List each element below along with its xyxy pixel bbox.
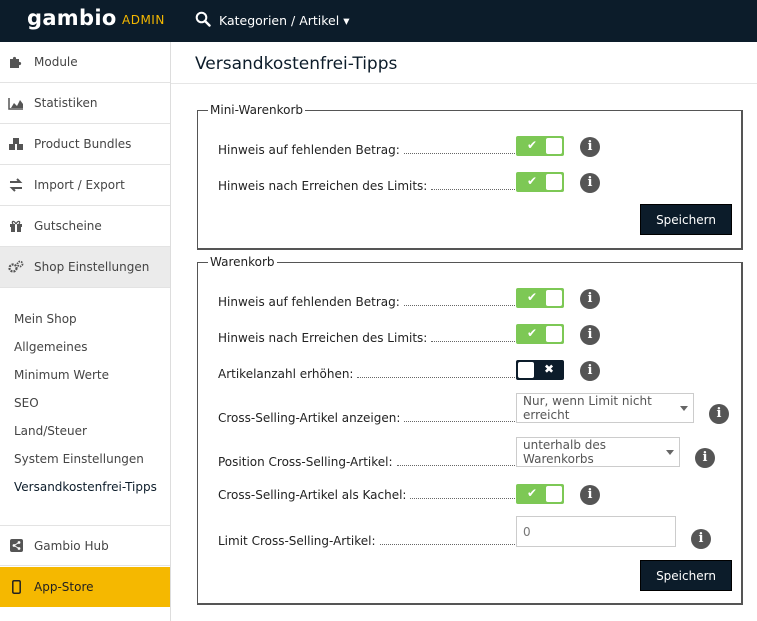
setting-label: Limit Cross-Selling-Artikel: [218,534,376,548]
setting-label: Position Cross-Selling-Artikel: [218,455,393,469]
toggle-switch[interactable]: ✔ [516,172,564,192]
chevron-down-icon [666,450,674,455]
toggle-switch[interactable]: ✖ [516,360,564,380]
select-value: Nur, wenn Limit nicht erreicht [523,394,652,422]
setting-label: Hinweis nach Erreichen des Limits: [218,179,428,193]
sidebar-item-label: Shop Einstellungen [34,260,150,274]
info-icon[interactable]: i [691,529,711,549]
sidebar-sub-versandkostenfrei-tipps[interactable]: Versandkostenfrei-Tipps [14,480,157,494]
limit-cross-selling-input[interactable]: 0 [516,516,676,547]
setting-row: Cross-Selling-Artikel anzeigen: [218,408,518,428]
sidebar-item-statistiken[interactable]: Statistiken [0,83,170,124]
cross-selling-display-select[interactable]: Nur, wenn Limit nicht erreicht [516,393,694,423]
setting-label: Artikelanzahl erhöhen: [218,367,354,381]
gears-icon [8,260,24,274]
sidebar-item-label: Product Bundles [34,137,132,151]
sidebar-item-label: Gutscheine [34,219,102,233]
page-title: Versandkostenfrei-Tipps [195,54,398,74]
gift-icon [8,219,24,233]
sidebar-item-label: Statistiken [34,96,98,110]
info-icon[interactable]: i [580,485,600,505]
info-icon[interactable]: i [709,404,729,424]
check-icon: ✔ [527,486,538,500]
chart-icon [8,96,24,110]
puzzle-icon [8,55,24,69]
toggle-switch[interactable]: ✔ [516,288,564,308]
sidebar-item-import-export[interactable]: Import / Export [0,165,170,206]
sidebar-sub-seo[interactable]: SEO [14,396,39,410]
exchange-icon [8,178,24,192]
chevron-down-icon [680,406,688,411]
setting-row: Hinweis nach Erreichen des Limits: [218,176,518,196]
check-icon: ✔ [527,174,538,188]
setting-row: Hinweis auf fehlenden Betrag: [218,140,518,160]
sidebar-item-label: Module [34,55,78,69]
sidebar-item-label: Gambio Hub [34,538,109,553]
toggle-switch[interactable]: ✔ [516,136,564,156]
setting-row: Limit Cross-Selling-Artikel: [218,531,518,551]
setting-label: Hinweis auf fehlenden Betrag: [218,143,400,157]
mobile-icon [8,580,24,594]
sidebar-sub-system-einstellungen[interactable]: System Einstellungen [14,452,144,466]
gambio-logo[interactable]: gambio [27,6,117,30]
setting-row: Cross-Selling-Artikel als Kachel: [218,485,518,505]
sidebar-sub-mein-shop[interactable]: Mein Shop [14,312,77,326]
share-icon [8,539,24,553]
sidebar-item-product-bundles[interactable]: Product Bundles [0,124,170,165]
setting-row: Hinweis nach Erreichen des Limits: [218,328,518,348]
main-content: Versandkostenfrei-Tipps Mini-Warenkorb H… [171,42,757,621]
setting-label: Hinweis auf fehlenden Betrag: [218,295,400,309]
close-icon: ✖ [543,362,554,376]
setting-row: Artikelanzahl erhöhen: [218,364,518,384]
admin-label: ADMIN [122,13,165,27]
sidebar-item-module[interactable]: Module [0,42,170,83]
top-bar: gambio ADMIN Kategorien / Artikel ▾ [0,0,757,42]
info-icon[interactable]: i [580,137,600,157]
save-button[interactable]: Speichern [640,560,732,591]
search-icon[interactable] [195,11,211,27]
info-icon[interactable]: i [580,173,600,193]
sidebar-item-gambio-hub[interactable]: Gambio Hub [0,525,170,566]
sidebar-item-app-store[interactable]: App-Store [0,567,170,607]
breadcrumb[interactable]: Kategorien / Artikel ▾ [219,13,349,28]
info-icon[interactable]: i [580,325,600,345]
sidebar-item-label: Import / Export [34,178,125,192]
setting-label: Cross-Selling-Artikel anzeigen: [218,411,401,425]
check-icon: ✔ [527,290,538,304]
mini-warenkorb-fieldset: Mini-Warenkorb Hinweis auf fehlenden Bet… [197,103,743,250]
toggle-switch[interactable]: ✔ [516,484,564,504]
cross-selling-position-select[interactable]: unterhalb des Warenkorbs [516,437,680,467]
info-icon[interactable]: i [580,361,600,381]
cubes-icon [8,137,24,151]
check-icon: ✔ [527,326,538,340]
setting-label: Hinweis nach Erreichen des Limits: [218,331,428,345]
fieldset-legend: Mini-Warenkorb [208,103,305,117]
sidebar-sub-land-steuer[interactable]: Land/Steuer [14,424,87,438]
setting-row: Position Cross-Selling-Artikel: [218,452,518,472]
sidebar: Module Statistiken Product Bundles Impor… [0,42,171,621]
setting-row: Hinweis auf fehlenden Betrag: [218,292,518,312]
sidebar-item-gutscheine[interactable]: Gutscheine [0,206,170,247]
setting-label: Cross-Selling-Artikel als Kachel: [218,488,407,502]
check-icon: ✔ [527,138,538,152]
info-icon[interactable]: i [695,448,715,468]
info-icon[interactable]: i [580,289,600,309]
sidebar-sub-minimum-werte[interactable]: Minimum Werte [14,368,109,382]
sidebar-item-shop-einstellungen[interactable]: Shop Einstellungen [0,247,170,288]
save-button[interactable]: Speichern [640,204,732,235]
sidebar-sub-allgemeines[interactable]: Allgemeines [14,340,88,354]
fieldset-legend: Warenkorb [208,255,277,269]
warenkorb-fieldset: Warenkorb Hinweis auf fehlenden Betrag: … [197,255,743,605]
select-value: unterhalb des Warenkorbs [523,438,606,466]
title-divider [171,83,757,84]
toggle-switch[interactable]: ✔ [516,324,564,344]
sidebar-item-label: App-Store [34,580,94,594]
